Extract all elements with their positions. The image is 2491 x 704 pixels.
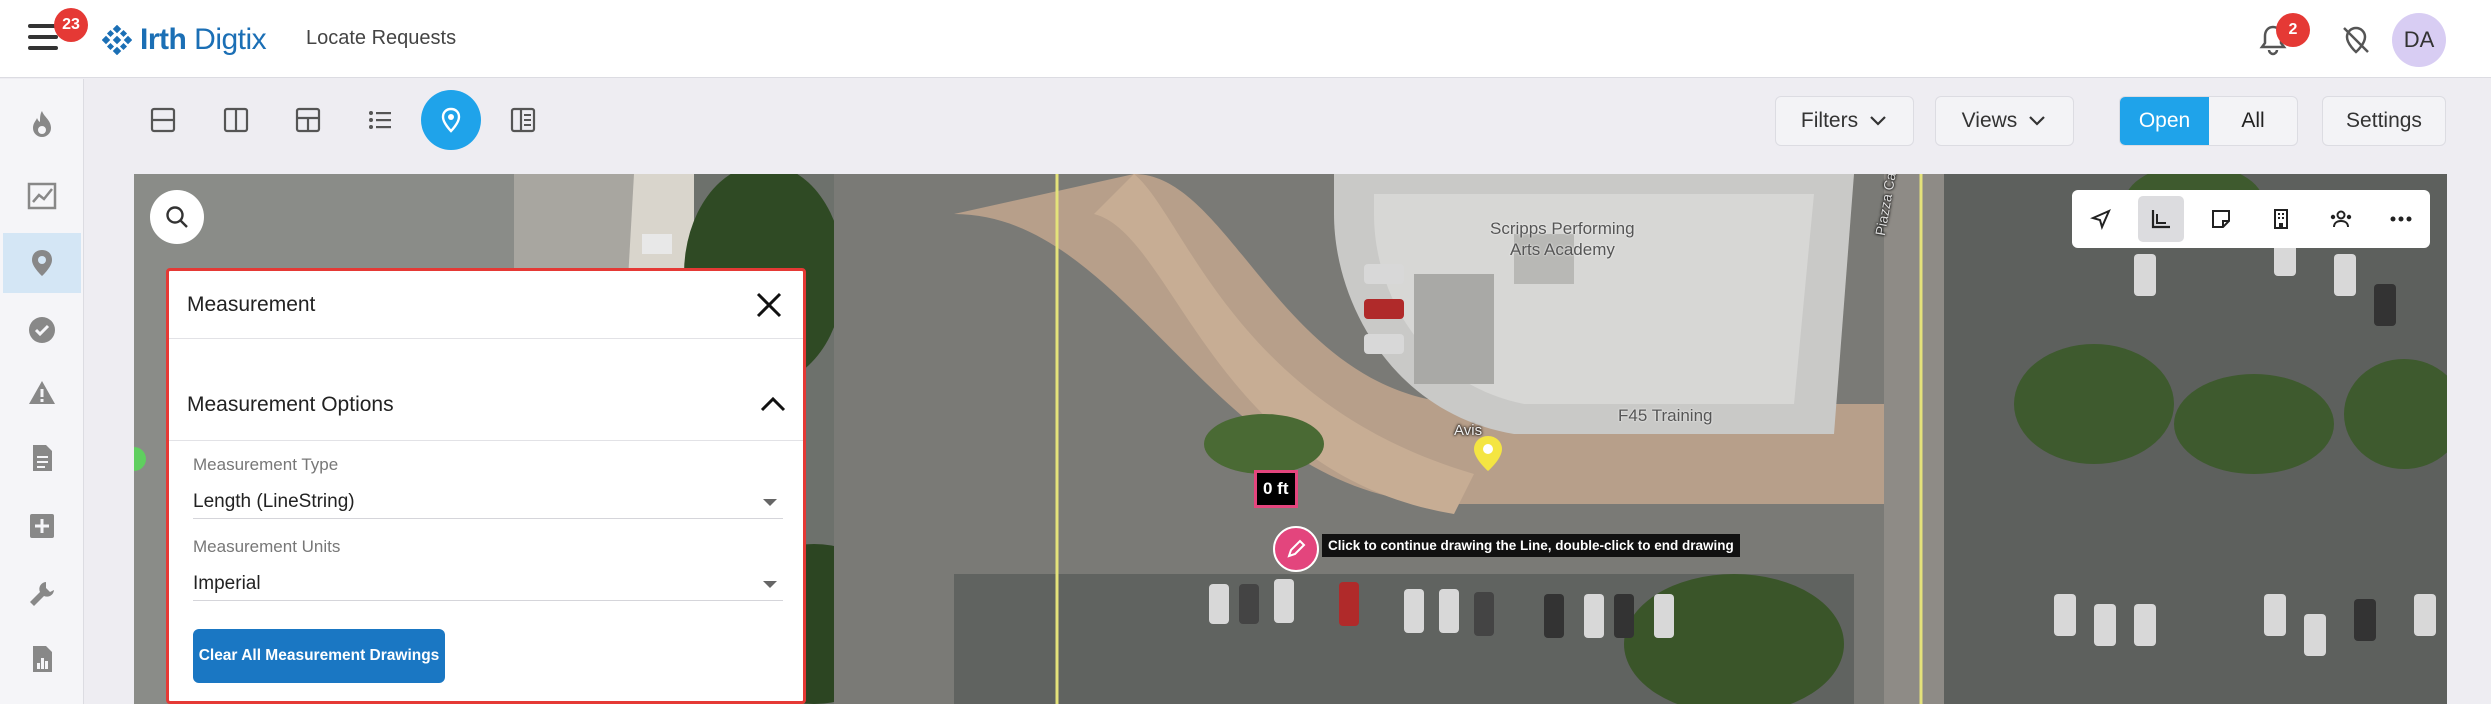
map-view-button[interactable]	[421, 90, 481, 150]
nav-report-icon[interactable]	[3, 629, 81, 689]
avatar[interactable]: DA	[2392, 13, 2446, 67]
panel-header: Measurement	[169, 271, 803, 339]
layout-grid-icon[interactable]	[288, 100, 328, 140]
map-pin-icon	[441, 107, 461, 133]
map-search-button[interactable]	[150, 190, 204, 244]
options-title: Measurement Options	[187, 393, 394, 416]
map-tools-bar	[2072, 190, 2430, 248]
logo-mark-icon	[102, 25, 132, 55]
map-label-school-2: Arts Academy	[1510, 240, 1615, 259]
measure-tool-icon[interactable]	[2138, 196, 2184, 242]
draw-hint-tooltip: Click to continue drawing the Line, doub…	[1322, 534, 1740, 557]
chevron-down-icon	[1870, 116, 1886, 126]
layout-split-horizontal-icon[interactable]	[143, 100, 183, 140]
nav-warning-icon[interactable]	[3, 363, 81, 423]
status-toggle: Open All	[2119, 96, 2298, 146]
measure-value-tooltip: 0 ft	[1254, 470, 1298, 508]
map-label-school: Scripps Performing	[1490, 219, 1635, 238]
measurement-type-value: Length (LineString)	[193, 491, 355, 512]
all-toggle-button[interactable]: All	[2209, 97, 2297, 145]
note-icon[interactable]	[2198, 196, 2244, 242]
navigate-icon[interactable]	[2078, 196, 2124, 242]
chevron-down-icon	[2029, 116, 2046, 126]
top-bar: 23 Irth Digtix Locate Requests 2 DA	[0, 0, 2491, 78]
close-icon	[756, 292, 782, 318]
settings-button[interactable]: Settings	[2322, 96, 2446, 146]
app-logo[interactable]: Irth Digtix	[102, 23, 267, 56]
more-icon[interactable]	[2378, 196, 2424, 242]
draw-vertex-handle[interactable]	[1273, 526, 1319, 572]
measurement-units-value: Imperial	[193, 573, 261, 594]
filters-button[interactable]: Filters	[1775, 96, 1914, 146]
measurement-options-header[interactable]: Measurement Options	[169, 371, 803, 441]
users-icon[interactable]	[2318, 196, 2364, 242]
chevron-up-icon	[760, 396, 786, 412]
measurement-units-select[interactable]: Imperial	[193, 567, 783, 601]
filters-label: Filters	[1800, 109, 1859, 132]
notification-badge: 2	[2276, 13, 2310, 47]
search-icon	[166, 206, 188, 228]
open-toggle-button[interactable]: Open	[2120, 97, 2209, 145]
nav-map-pin-icon[interactable]	[3, 233, 81, 293]
page-title: Locate Requests	[306, 27, 457, 49]
location-off-icon[interactable]	[2340, 24, 2372, 56]
clear-measurements-button[interactable]: Clear All Measurement Drawings	[193, 629, 445, 683]
nav-tools-icon[interactable]	[3, 564, 81, 624]
views-button[interactable]: Views	[1935, 96, 2074, 146]
dropdown-caret-icon	[763, 581, 777, 588]
map-label-training: F45 Training	[1618, 406, 1713, 425]
measurement-units-label: Measurement Units	[193, 537, 341, 556]
list-view-icon[interactable]	[360, 100, 400, 140]
dropdown-caret-icon	[763, 499, 777, 506]
left-nav	[0, 79, 84, 704]
nav-chart-icon[interactable]	[3, 166, 81, 226]
nav-document-icon[interactable]	[3, 428, 81, 488]
logo-text: Irth Digtix	[140, 23, 267, 56]
layout-split-vertical-icon[interactable]	[216, 100, 256, 140]
menu-badge: 23	[54, 8, 88, 42]
measurement-type-select[interactable]: Length (LineString)	[193, 485, 783, 519]
building-icon[interactable]	[2258, 196, 2304, 242]
panel-title: Measurement	[187, 293, 316, 316]
split-panel-icon[interactable]	[503, 100, 543, 140]
close-button[interactable]	[749, 285, 789, 325]
map-label-avis: Avis	[1454, 422, 1483, 439]
pen-icon	[1287, 539, 1306, 558]
nav-check-icon[interactable]	[3, 300, 81, 360]
nav-add-icon[interactable]	[3, 496, 81, 556]
measurement-panel: Measurement Measurement Options Measurem…	[166, 268, 806, 704]
views-label: Views	[1961, 109, 2018, 132]
nav-fire-icon[interactable]	[3, 94, 81, 154]
measurement-type-label: Measurement Type	[193, 455, 339, 474]
